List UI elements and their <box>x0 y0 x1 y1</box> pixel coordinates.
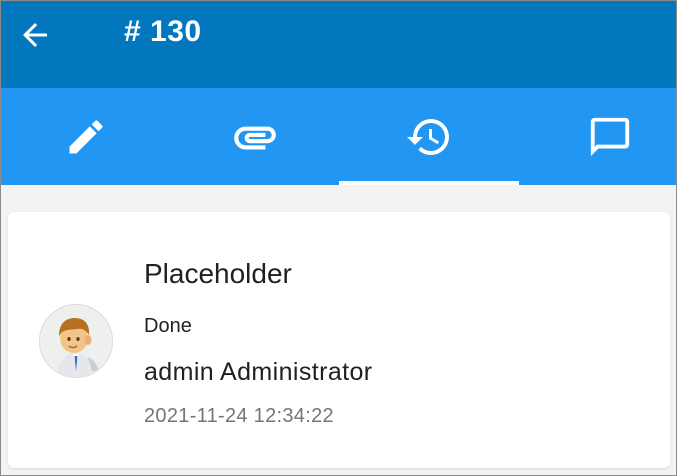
app-bar: # 130 <box>1 1 676 88</box>
tab-attachments[interactable] <box>170 88 339 185</box>
history-status: Done <box>144 315 192 337</box>
arrow-back-icon <box>23 23 47 47</box>
paperclip-icon <box>233 126 276 149</box>
history-title: Placeholder <box>144 258 292 289</box>
back-button[interactable] <box>11 11 59 59</box>
history-user: admin Administrator <box>144 358 373 386</box>
history-entry-card[interactable]: Placeholder Done admin Administrator 202… <box>8 212 670 468</box>
avatar-illustration <box>40 305 112 377</box>
history-timestamp: 2021-11-24 12:34:22 <box>144 405 334 427</box>
history-icon <box>407 118 449 155</box>
user-avatar[interactable] <box>39 304 113 378</box>
page-title: # 130 <box>124 15 202 48</box>
selected-tab-indicator <box>339 181 519 185</box>
tab-edit[interactable] <box>1 88 170 185</box>
tab-history[interactable] <box>339 88 519 185</box>
tab-comments[interactable] <box>525 88 676 185</box>
pencil-icon <box>69 119 103 153</box>
app-window: # 130 Placeholder Done admin Administrat… <box>0 0 677 476</box>
tab-bar <box>1 88 676 185</box>
comment-icon <box>590 117 630 156</box>
